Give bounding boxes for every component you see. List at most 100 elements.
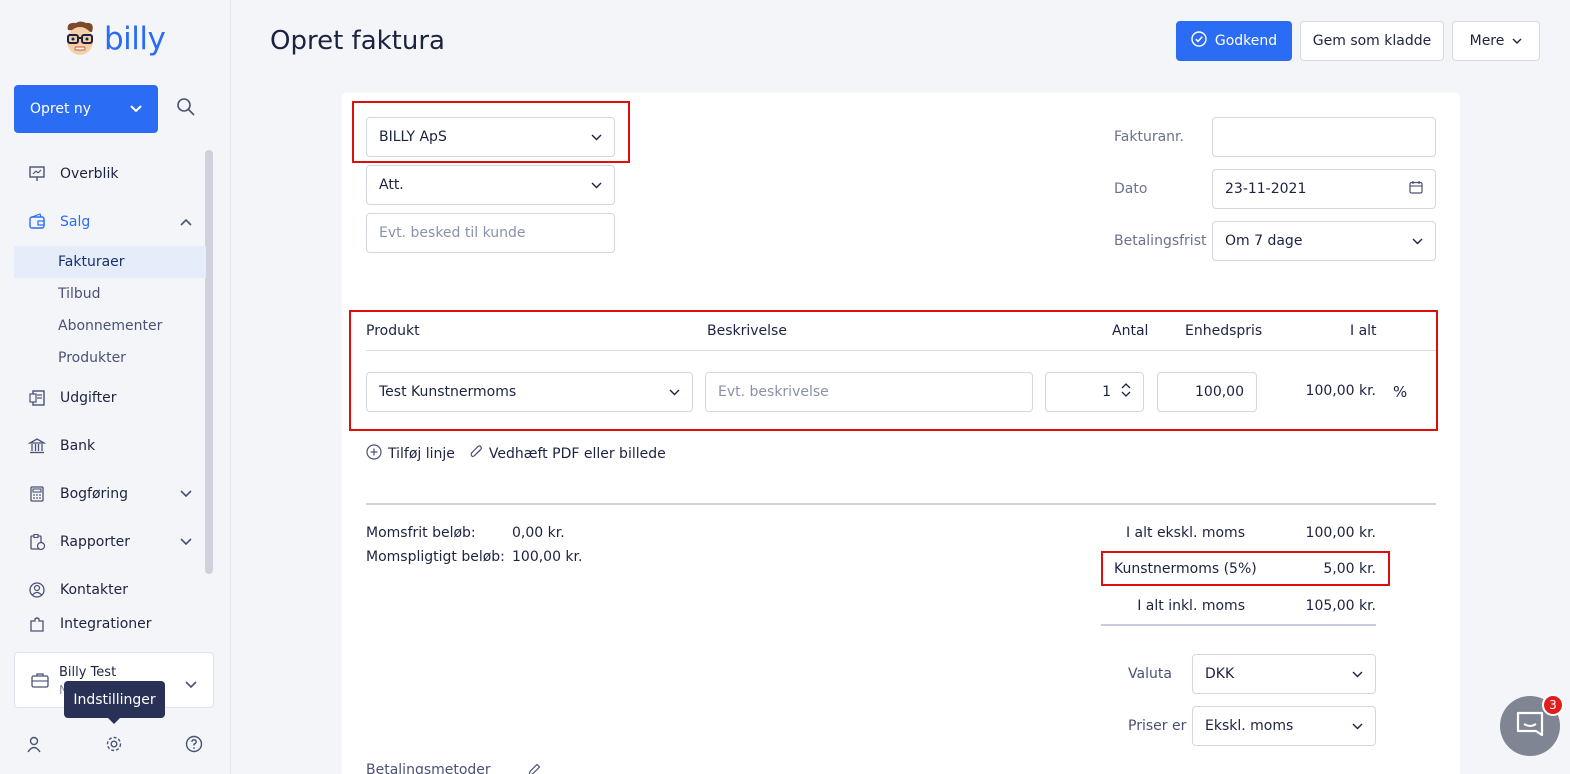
sidebar-subitem-label: Abonnementer bbox=[58, 318, 163, 334]
sidebar-subitem-produkter[interactable]: Produkter bbox=[14, 342, 206, 374]
total-incl-label: I alt inkl. moms bbox=[1137, 598, 1245, 614]
chevron-down-icon bbox=[669, 384, 680, 400]
customer-select[interactable]: BILLY ApS bbox=[366, 117, 615, 157]
highlight-lines bbox=[349, 310, 1438, 431]
sidebar-item-bank[interactable]: Bank bbox=[14, 422, 206, 470]
artist-vat-label: Kunstnermoms (5%) bbox=[1114, 561, 1257, 577]
check-circle-icon bbox=[1191, 31, 1207, 51]
sidebar: billy Opret ny Overblik Salg Fakturaer T… bbox=[0, 0, 231, 774]
add-circle-icon bbox=[366, 444, 382, 464]
invoice-number-input[interactable] bbox=[1212, 117, 1436, 157]
quantity-stepper[interactable]: 1 bbox=[1045, 372, 1144, 412]
sidebar-item-bogforing[interactable]: Bogføring bbox=[14, 470, 206, 518]
vat-liable-label: Momspligtigt beløb: bbox=[366, 549, 505, 565]
vat-free-value: 0,00 kr. bbox=[512, 525, 565, 541]
chevron-down-icon bbox=[591, 177, 602, 193]
search-icon[interactable] bbox=[176, 97, 202, 123]
calculator-icon bbox=[28, 485, 46, 503]
vat-liable-value: 100,00 kr. bbox=[512, 549, 583, 565]
date-label: Dato bbox=[1114, 181, 1148, 197]
sidebar-item-label: Udgifter bbox=[60, 390, 117, 406]
sidebar-item-udgifter[interactable]: Udgifter bbox=[14, 374, 206, 422]
percent-toggle[interactable]: % bbox=[1393, 383, 1407, 401]
contact-icon bbox=[28, 581, 46, 599]
gear-icon[interactable] bbox=[105, 735, 123, 753]
sidebar-subitem-abonnementer[interactable]: Abonnementer bbox=[14, 310, 206, 342]
customer-value: BILLY ApS bbox=[379, 129, 447, 145]
line-total: 100,00 kr. bbox=[1305, 383, 1376, 399]
chat-unread-badge: 3 bbox=[1542, 694, 1564, 716]
sidebar-subitem-fakturaer[interactable]: Fakturaer bbox=[14, 246, 206, 278]
chevron-down-icon bbox=[185, 677, 197, 693]
settings-tooltip: Indstillinger bbox=[64, 681, 165, 724]
create-new-button[interactable]: Opret ny bbox=[14, 85, 158, 133]
sidebar-item-label: Integrationer bbox=[60, 616, 152, 632]
stepper-arrows-icon[interactable] bbox=[1121, 382, 1131, 402]
unit-price-value: 100,00 bbox=[1195, 384, 1244, 400]
due-value: Om 7 dage bbox=[1225, 233, 1303, 249]
due-select[interactable]: Om 7 dage bbox=[1212, 221, 1436, 261]
add-line-link[interactable]: Tilføj linje bbox=[388, 446, 455, 462]
summary-divider bbox=[366, 503, 1436, 505]
sidebar-item-kontakter[interactable]: Kontakter bbox=[14, 566, 206, 614]
sidebar-item-salg[interactable]: Salg bbox=[14, 198, 206, 246]
prices-label: Priser er bbox=[1128, 718, 1187, 734]
currency-select[interactable]: DKK bbox=[1192, 654, 1376, 694]
brand-name: billy bbox=[104, 21, 166, 57]
column-header-product: Produkt bbox=[366, 323, 420, 339]
line-description-placeholder: Evt. beskrivelse bbox=[718, 384, 829, 400]
create-new-label: Opret ny bbox=[30, 101, 92, 117]
calendar-icon[interactable] bbox=[1409, 180, 1423, 198]
total-excl-value: 100,00 kr. bbox=[1305, 525, 1376, 541]
more-button[interactable]: Mere bbox=[1452, 21, 1540, 61]
chevron-down-icon bbox=[1352, 718, 1363, 734]
customer-message-placeholder: Evt. besked til kunde bbox=[379, 225, 526, 241]
sidebar-subitem-label: Produkter bbox=[58, 350, 126, 366]
sidebar-item-overblik[interactable]: Overblik bbox=[14, 150, 206, 198]
attach-file-link[interactable]: Vedhæft PDF eller billede bbox=[489, 446, 666, 462]
prices-value: Ekskl. moms bbox=[1205, 718, 1294, 734]
chevron-down-icon bbox=[1352, 666, 1363, 682]
bank-icon bbox=[28, 437, 46, 455]
sidebar-subitem-label: Tilbud bbox=[58, 286, 101, 302]
date-input[interactable]: 23-11-2021 bbox=[1212, 169, 1436, 209]
sidebar-subitem-label: Fakturaer bbox=[58, 254, 125, 270]
sidebar-item-label: Bank bbox=[60, 438, 96, 454]
quantity-value: 1 bbox=[1102, 384, 1111, 400]
currency-value: DKK bbox=[1205, 666, 1235, 682]
wallet-icon bbox=[28, 213, 46, 231]
currency-label: Valuta bbox=[1128, 666, 1172, 682]
sidebar-item-label: Salg bbox=[60, 214, 91, 230]
chevron-down-icon bbox=[130, 101, 142, 117]
chat-icon bbox=[1515, 710, 1545, 742]
presentation-icon bbox=[28, 165, 46, 183]
help-icon[interactable] bbox=[185, 735, 203, 753]
sidebar-nav: Overblik Salg Fakturaer Tilbud Abonnemen… bbox=[14, 150, 206, 632]
organization-name: Billy Test bbox=[59, 665, 117, 680]
chevron-down-icon bbox=[1412, 233, 1423, 249]
prices-select[interactable]: Ekskl. moms bbox=[1192, 706, 1376, 746]
line-description-input[interactable]: Evt. beskrivelse bbox=[705, 372, 1033, 412]
unit-price-input[interactable]: 100,00 bbox=[1157, 372, 1257, 412]
sidebar-subitem-tilbud[interactable]: Tilbud bbox=[14, 278, 206, 310]
sidebar-item-rapporter[interactable]: Rapporter bbox=[14, 518, 206, 566]
customer-message-input[interactable]: Evt. besked til kunde bbox=[366, 213, 615, 253]
chevron-down-icon bbox=[1512, 33, 1522, 49]
product-select[interactable]: Test Kunstnermoms bbox=[366, 372, 693, 412]
total-incl-value: 105,00 kr. bbox=[1305, 598, 1376, 614]
att-select[interactable]: Att. bbox=[366, 165, 615, 205]
column-header-quantity: Antal bbox=[1112, 323, 1149, 339]
sidebar-item-integrationer[interactable]: Integrationer bbox=[14, 614, 206, 632]
save-draft-label: Gem som kladde bbox=[1312, 33, 1432, 49]
save-draft-button[interactable]: Gem som kladde bbox=[1300, 21, 1444, 61]
sidebar-scrollbar[interactable] bbox=[205, 150, 213, 574]
date-value: 23-11-2021 bbox=[1225, 181, 1307, 197]
report-icon bbox=[28, 533, 46, 551]
sidebar-item-label: Bogføring bbox=[60, 486, 128, 502]
edit-pencil-icon[interactable] bbox=[526, 762, 542, 774]
approve-button[interactable]: Godkend bbox=[1176, 21, 1292, 61]
billy-logo[interactable]: billy bbox=[62, 20, 166, 58]
approve-label: Godkend bbox=[1214, 33, 1278, 49]
user-icon[interactable] bbox=[25, 735, 43, 753]
billy-mascot-icon bbox=[62, 20, 98, 58]
